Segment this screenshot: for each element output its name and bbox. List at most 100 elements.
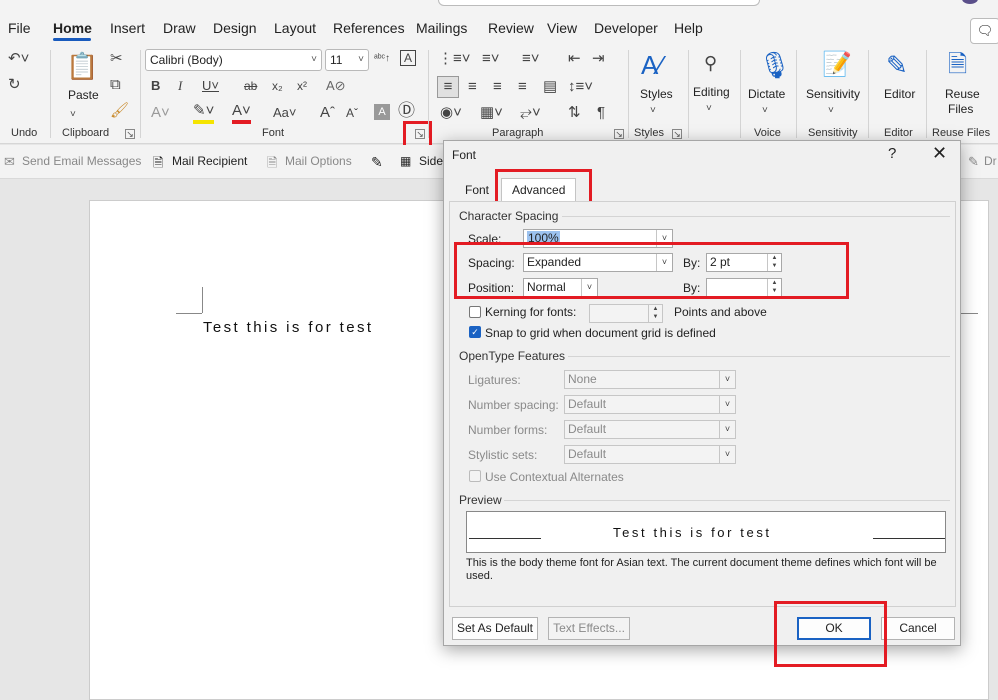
- strikethrough-icon[interactable]: ab: [244, 77, 257, 95]
- highlight-color-icon[interactable]: ✎˅: [193, 102, 215, 124]
- chevron-down-icon[interactable]: ˅: [762, 102, 768, 120]
- editor-button[interactable]: Editor: [884, 87, 915, 102]
- text-effects-button[interactable]: Text Effects...: [548, 617, 630, 640]
- styles-button[interactable]: Styles: [640, 87, 673, 102]
- tab-view[interactable]: View: [547, 20, 577, 36]
- shrink-font-icon[interactable]: Aˇ: [346, 104, 358, 122]
- sensitivity-icon[interactable]: 📝: [822, 50, 852, 80]
- enclose-characters-icon[interactable]: Ⓓ: [398, 102, 415, 120]
- tab-references[interactable]: References: [333, 20, 405, 36]
- tab-design[interactable]: Design: [213, 20, 257, 36]
- side-button[interactable]: Side: [419, 154, 443, 168]
- superscript-icon[interactable]: x²: [297, 77, 307, 95]
- chevron-down-icon[interactable]: ˅: [828, 102, 834, 120]
- font-color-icon[interactable]: A˅: [232, 102, 251, 124]
- change-case-icon[interactable]: Aa˅: [273, 104, 297, 122]
- tab-home[interactable]: Home: [53, 20, 92, 36]
- distributed-icon[interactable]: ▤: [543, 78, 557, 96]
- spacing-select[interactable]: Expanded ˅: [523, 253, 673, 272]
- paste-icon[interactable]: 📋: [66, 52, 98, 80]
- kerning-checkbox[interactable]: [469, 306, 481, 318]
- draw-button[interactable]: Dr: [984, 154, 997, 168]
- tab-review[interactable]: Review: [488, 20, 534, 36]
- clipboard-launcher-icon[interactable]: ↘: [125, 129, 135, 139]
- tab-help[interactable]: Help: [674, 20, 703, 36]
- reuse-files-label-1[interactable]: Reuse: [945, 87, 980, 102]
- show-marks-icon[interactable]: ¶: [597, 104, 605, 122]
- ligatures-select[interactable]: None ˅: [564, 370, 736, 389]
- tab-file[interactable]: File: [8, 20, 31, 36]
- text-effects-icon[interactable]: A˅: [151, 104, 170, 122]
- format-painter-icon[interactable]: 🖌: [110, 102, 129, 120]
- number-spacing-select[interactable]: Default ˅: [564, 395, 736, 414]
- italic-icon[interactable]: I: [178, 77, 182, 95]
- reuse-files-label-2[interactable]: Files: [948, 102, 973, 117]
- font-name-box[interactable]: Calibri (Body) ˅: [145, 49, 322, 71]
- ok-button[interactable]: OK: [797, 617, 871, 640]
- increase-indent-icon[interactable]: ⇥: [592, 50, 605, 68]
- cancel-button[interactable]: Cancel: [881, 617, 955, 640]
- scale-select[interactable]: 100% ˅: [523, 229, 673, 248]
- mail-recipient-button[interactable]: Mail Recipient: [172, 154, 247, 168]
- pen-icon[interactable]: ✎: [371, 154, 383, 171]
- kerning-points-input[interactable]: ▲ ▼: [589, 304, 663, 323]
- bold-icon[interactable]: B: [151, 77, 160, 95]
- styles-launcher-icon[interactable]: ↘: [672, 129, 682, 139]
- numbering-icon[interactable]: ≡˅: [482, 50, 500, 68]
- styles-icon[interactable]: A⁄: [641, 50, 663, 80]
- character-shading-icon[interactable]: A: [374, 104, 390, 120]
- grow-font-icon[interactable]: Aˆ: [320, 104, 335, 122]
- comments-button[interactable]: 🗨: [970, 18, 998, 44]
- mail-options-button[interactable]: Mail Options: [285, 154, 352, 168]
- tab-insert[interactable]: Insert: [110, 20, 145, 36]
- character-border-icon[interactable]: A: [400, 50, 416, 66]
- clear-formatting-icon[interactable]: A⊘: [326, 77, 346, 95]
- undo-icon[interactable]: ↶˅: [8, 50, 29, 68]
- position-select[interactable]: Normal ˅: [523, 278, 598, 297]
- editing-button[interactable]: Editing: [693, 85, 730, 100]
- sort-icon[interactable]: ⇅: [568, 104, 581, 122]
- search-icon[interactable]: ⚲: [704, 54, 717, 72]
- align-left-icon[interactable]: ≡: [437, 76, 459, 98]
- font-size-box[interactable]: 11 ˅: [325, 49, 369, 71]
- justify-icon[interactable]: ≡: [518, 78, 527, 96]
- document-text[interactable]: Test this is for test: [203, 319, 373, 336]
- close-icon[interactable]: ✕: [932, 143, 947, 164]
- chevron-down-icon[interactable]: ˅: [650, 102, 656, 120]
- position-by-input[interactable]: ▲ ▼: [706, 278, 782, 297]
- send-email-button[interactable]: Send Email Messages: [22, 154, 141, 168]
- sensitivity-button[interactable]: Sensitivity: [806, 87, 860, 102]
- paste-button[interactable]: Paste: [68, 88, 99, 103]
- chevron-down-icon[interactable]: ˅: [706, 100, 712, 118]
- tab-draw[interactable]: Draw: [163, 20, 196, 36]
- multilevel-list-icon[interactable]: ≡˅: [522, 50, 540, 68]
- underline-icon[interactable]: U˅: [202, 77, 219, 95]
- asian-layout-icon[interactable]: ⥂˅: [520, 104, 541, 122]
- chevron-down-icon[interactable]: ˅: [70, 106, 76, 124]
- help-button[interactable]: ?: [888, 145, 896, 162]
- paragraph-launcher-icon[interactable]: ↘: [614, 129, 624, 139]
- tab-font[interactable]: Font: [465, 183, 489, 197]
- tab-layout[interactable]: Layout: [274, 20, 316, 36]
- number-forms-select[interactable]: Default ˅: [564, 420, 736, 439]
- avatar[interactable]: [962, 0, 978, 4]
- microphone-icon[interactable]: 🎙: [758, 50, 791, 80]
- search-box[interactable]: [438, 0, 760, 6]
- spinner-icon[interactable]: ▲ ▼: [767, 279, 781, 296]
- tab-advanced[interactable]: Advanced: [501, 178, 577, 202]
- reuse-files-icon[interactable]: 🗎: [948, 50, 967, 80]
- stylistic-sets-select[interactable]: Default ˅: [564, 445, 736, 464]
- line-spacing-icon[interactable]: ↕≡˅: [568, 78, 593, 96]
- align-right-icon[interactable]: ≡: [493, 78, 502, 96]
- spacing-by-input[interactable]: 2 pt ▲ ▼: [706, 253, 782, 272]
- bullets-icon[interactable]: ⋮≡˅: [438, 50, 471, 68]
- dictate-button[interactable]: Dictate: [748, 87, 785, 102]
- editor-icon[interactable]: ✎: [886, 50, 908, 80]
- snap-to-grid-checkbox[interactable]: ✓: [469, 326, 481, 338]
- contextual-alternates-checkbox[interactable]: [469, 470, 481, 482]
- set-as-default-button[interactable]: Set As Default: [452, 617, 538, 640]
- borders-icon[interactable]: ▦˅: [480, 104, 503, 122]
- font-launcher-icon[interactable]: ↘: [415, 129, 425, 139]
- cut-icon[interactable]: ✂: [110, 50, 123, 68]
- spinner-icon[interactable]: ▲ ▼: [648, 305, 662, 322]
